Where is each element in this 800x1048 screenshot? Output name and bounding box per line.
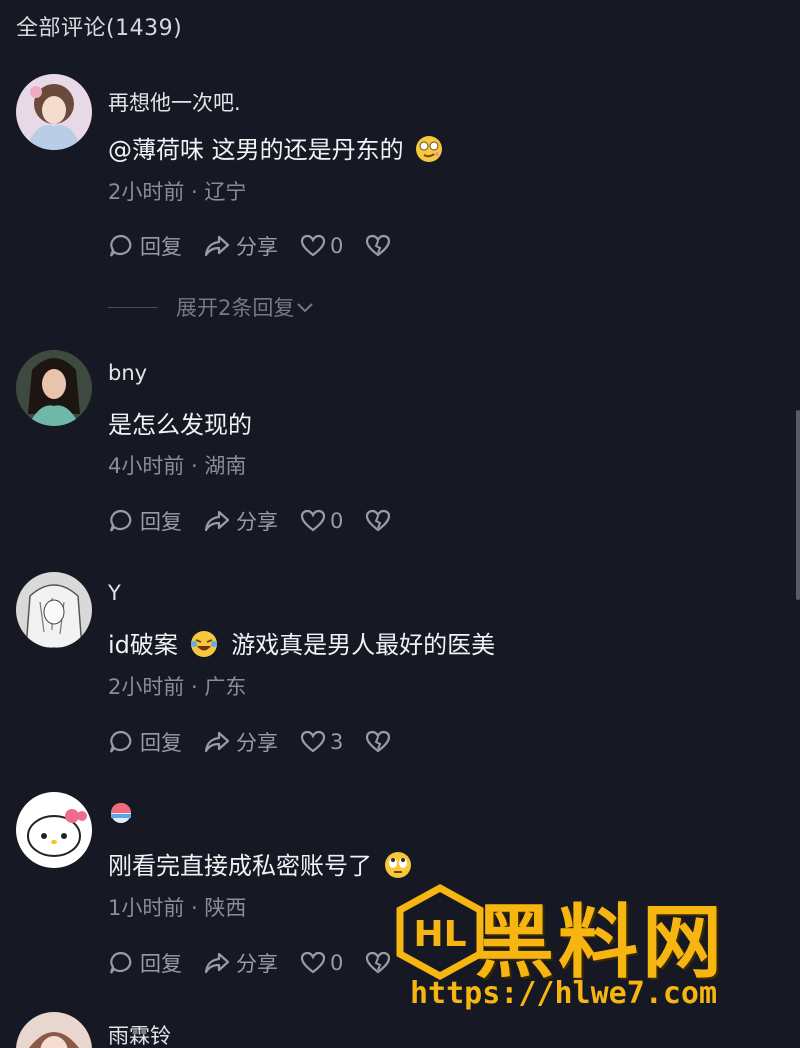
comment-username[interactable]: 再想他一次吧. (108, 87, 241, 117)
reply-icon (109, 951, 132, 974)
heart-icon (300, 234, 326, 257)
expand-replies-label: 展开2条回复 (176, 296, 295, 320)
reply-label: 回复 (140, 731, 182, 755)
share-button[interactable]: 分享 (204, 727, 278, 757)
chevron-down-icon (297, 303, 314, 313)
comments-page: 全部评论(1439) 再想他一次吧. @薄荷味 这男的还是丹东的 2小时前 · … (0, 0, 800, 1048)
comment-actions: 回复 分享 0 (108, 506, 419, 536)
broken-heart-icon (366, 730, 391, 753)
avatar[interactable] (16, 1012, 92, 1048)
like-button[interactable]: 0 (300, 233, 343, 259)
watermark-url: https://hlwe7.com (410, 976, 718, 1011)
dislike-button[interactable] (365, 233, 397, 259)
broken-heart-icon (366, 951, 391, 974)
expand-replies-button[interactable]: 展开2条回复 (108, 292, 316, 322)
share-label: 分享 (236, 510, 278, 534)
dizzy-face-emoji-icon (416, 136, 443, 162)
svg-text:HL: HL (413, 914, 466, 955)
reply-icon (109, 234, 132, 257)
like-count: 3 (330, 730, 344, 754)
share-label: 分享 (236, 235, 278, 259)
rolling-eyes-emoji-icon (384, 852, 411, 878)
avatar[interactable] (16, 792, 92, 868)
reply-label: 回复 (140, 952, 182, 976)
avatar[interactable] (16, 350, 92, 426)
comment-meta: 1小时前 · 陕西 (108, 896, 247, 920)
comment-meta: 4小时前 · 湖南 (108, 454, 247, 478)
comment-text: 刚看完直接成私密账号了 (108, 846, 412, 881)
dislike-button[interactable] (365, 729, 397, 755)
comment-text-body: 刚看完直接成私密账号了 (108, 852, 372, 880)
comment-text-body: @薄荷味 这男的还是丹东的 (108, 136, 404, 164)
heart-icon (300, 730, 326, 753)
reply-button[interactable]: 回复 (108, 231, 182, 261)
comment-meta: 2小时前 · 广东 (108, 675, 247, 699)
reply-button[interactable]: 回复 (108, 948, 182, 978)
comment-text: id破案 游戏真是男人最好的医美 (108, 625, 495, 660)
reply-label: 回复 (140, 235, 182, 259)
laughing-tears-emoji-icon (190, 631, 217, 657)
share-button[interactable]: 分享 (204, 506, 278, 536)
avatar[interactable] (16, 74, 92, 150)
share-button[interactable]: 分享 (204, 948, 278, 978)
scrollbar[interactable] (796, 410, 800, 600)
comment-actions: 回复 分享 0 (108, 231, 419, 261)
avatar[interactable] (16, 572, 92, 648)
broken-heart-icon (366, 509, 391, 532)
like-button[interactable]: 0 (300, 508, 343, 534)
share-label: 分享 (236, 731, 278, 755)
like-button[interactable]: 0 (300, 950, 343, 976)
share-icon (204, 510, 230, 532)
share-icon (204, 235, 230, 257)
comment-username[interactable]: 雨霖铃 (108, 1020, 171, 1048)
comment-text: 是怎么发现的 (108, 411, 252, 439)
comment-username[interactable]: Y (108, 581, 121, 605)
share-button[interactable]: 分享 (204, 231, 278, 261)
like-button[interactable]: 3 (300, 729, 343, 755)
share-icon (204, 731, 230, 753)
reply-button[interactable]: 回复 (108, 506, 182, 536)
comment-text-body: 游戏真是男人最好的医美 (231, 631, 496, 659)
heart-icon (300, 951, 326, 974)
comment-actions: 回复 分享 0 (108, 948, 419, 978)
like-count: 0 (330, 951, 344, 975)
reply-label: 回复 (140, 510, 182, 534)
comment-meta: 2小时前 · 辽宁 (108, 180, 247, 204)
comment-text: @薄荷味 这男的还是丹东的 (108, 130, 443, 165)
like-count: 0 (330, 509, 344, 533)
comments-count-title: 全部评论(1439) (16, 16, 183, 41)
comment-text-body: id破案 (108, 631, 178, 659)
reply-icon (109, 730, 132, 753)
reply-button[interactable]: 回复 (108, 727, 182, 757)
dislike-button[interactable] (365, 508, 397, 534)
reply-icon (109, 509, 132, 532)
share-label: 分享 (236, 952, 278, 976)
like-count: 0 (330, 234, 344, 258)
divider (108, 306, 158, 308)
broken-heart-icon (366, 234, 391, 257)
heart-icon (300, 509, 326, 532)
comment-username[interactable]: bny (108, 361, 147, 385)
comment-actions: 回复 分享 3 (108, 727, 419, 757)
share-icon (204, 952, 230, 974)
avatar-badge-icon (111, 803, 131, 823)
